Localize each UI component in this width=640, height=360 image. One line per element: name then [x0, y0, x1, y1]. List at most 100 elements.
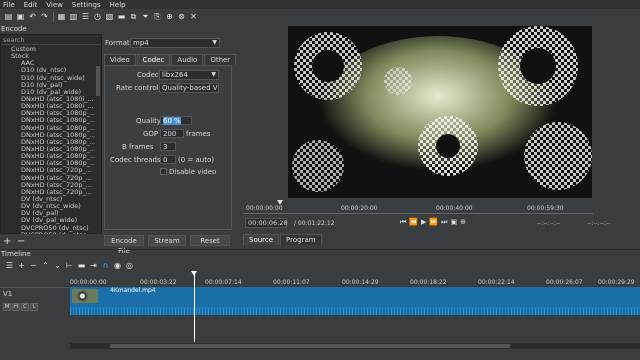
- playlist-icon[interactable]: ☰: [80, 11, 91, 22]
- main-toolbar: ▤ ▣ ↶ ↷ ▦ ▥ ☰ ◷ ▧ ▬ ⧉ ⏷ ⎘ ⊕ ⊗ ✕: [0, 9, 640, 24]
- timeline-scrollbar[interactable]: [70, 343, 640, 349]
- chevron-down-icon: ▼: [211, 71, 216, 78]
- gop-spinbox[interactable]: 200: [160, 129, 184, 138]
- menu-icon[interactable]: ☰: [4, 261, 15, 272]
- timeline-ruler-tick: 00:00:11:07: [273, 279, 310, 286]
- video-viewer[interactable]: [288, 26, 592, 198]
- timeline-ruler-tick: 00:00:07:14: [205, 279, 242, 286]
- preset-search-input[interactable]: search: [1, 36, 101, 45]
- disable-video-checkbox[interactable]: [160, 168, 167, 175]
- gop-value: 200: [163, 130, 177, 138]
- codec-value: libx264: [162, 71, 188, 79]
- split-icon[interactable]: ⊢: [64, 261, 75, 272]
- rewind-icon[interactable]: ⏪: [409, 218, 418, 227]
- filter-funnel-icon[interactable]: ⏷: [140, 11, 151, 22]
- skip-previous-icon[interactable]: ⏮: [400, 218, 406, 227]
- scrollbar-thumb[interactable]: [96, 66, 100, 96]
- clip-4kmandel[interactable]: 4Kmandel.mp4: [70, 287, 640, 315]
- toggle-zoom-icon[interactable]: ▣: [450, 218, 457, 227]
- quality-spinbox[interactable]: 60 %: [160, 116, 192, 125]
- properties-icon[interactable]: ▥: [68, 11, 79, 22]
- tab-audio[interactable]: Audio: [171, 54, 204, 65]
- in-point[interactable]: --:--:--:--: [537, 220, 560, 227]
- timeline-icon[interactable]: ▬: [116, 11, 127, 22]
- threads-spinbox[interactable]: 0: [160, 155, 176, 164]
- mute-button[interactable]: M: [3, 303, 11, 311]
- rate-control-select[interactable]: Quality-based V: [159, 83, 219, 93]
- reset-button[interactable]: Reset: [190, 235, 230, 246]
- add-preset-button[interactable]: +: [3, 236, 11, 247]
- format-value: mp4: [133, 39, 149, 47]
- timeline-ruler-tick: 00:00:22:14: [478, 279, 515, 286]
- close-icon[interactable]: ⊗: [176, 11, 187, 22]
- snap-icon[interactable]: ▬: [76, 261, 87, 272]
- preset-list[interactable]: Custom Stock AAC D10 (dv_ntsc) D10 (dv_ntsc_…: [1, 46, 95, 234]
- scrollbar-thumb[interactable]: [110, 344, 510, 348]
- timeline-playhead[interactable]: [194, 272, 195, 342]
- volume-icon[interactable]: ⊕: [460, 218, 466, 227]
- timeline-playhead-marker[interactable]: [191, 271, 197, 276]
- fast-forward-icon[interactable]: ⏩: [429, 218, 438, 227]
- tab-video[interactable]: Video: [104, 54, 136, 65]
- threads-label: Codec threads: [110, 156, 161, 164]
- open-file-icon[interactable]: ▤: [3, 11, 14, 22]
- menu-edit[interactable]: Edit: [24, 1, 38, 9]
- timeline-panel-title: Timeline: [1, 250, 31, 258]
- track-buttons: MHCL: [3, 302, 39, 311]
- codec-select[interactable]: libx264 ▼: [159, 70, 219, 80]
- undo-icon[interactable]: ↶: [27, 11, 38, 22]
- video-frame: [288, 26, 592, 198]
- preset-item[interactable]: DVCPRO50 (dv_ntsc...: [1, 231, 95, 234]
- remove-preset-button[interactable]: −: [17, 236, 25, 247]
- quality-value: 60 %: [163, 117, 181, 125]
- menu-file[interactable]: File: [3, 1, 15, 9]
- ripple-icon[interactable]: ⇥: [88, 261, 99, 272]
- timeline-ruler-tick: 00:00:26:07: [546, 279, 583, 286]
- encode-file-button[interactable]: Encode File: [104, 235, 144, 255]
- lift-icon[interactable]: ⌃: [40, 261, 51, 272]
- format-label: Format: [105, 39, 130, 47]
- tab-other[interactable]: Other: [204, 54, 237, 65]
- scrub-icon[interactable]: ◉: [112, 261, 123, 272]
- timeline-divider: [0, 249, 640, 250]
- history-icon[interactable]: ◷: [92, 11, 103, 22]
- player-ruler-tick: 00:00:20:00: [341, 205, 378, 212]
- threads-hint: (0 = auto): [178, 156, 214, 164]
- save-icon[interactable]: ▣: [15, 11, 26, 22]
- lock-button[interactable]: L: [30, 303, 38, 311]
- format-select[interactable]: mp4 ▼: [130, 38, 220, 48]
- out-point[interactable]: --:--:--:--: [587, 220, 610, 227]
- menu-view[interactable]: View: [46, 1, 63, 9]
- add-icon[interactable]: ⊕: [164, 11, 175, 22]
- preset-scrollbar[interactable]: [95, 46, 101, 234]
- fullscreen-icon[interactable]: ✕: [188, 11, 199, 22]
- tab-codec[interactable]: Codec: [136, 54, 171, 65]
- bframes-spinbox[interactable]: 3: [160, 142, 176, 151]
- overwrite-icon[interactable]: ⌄: [52, 261, 63, 272]
- keyframes-icon[interactable]: ⧉: [128, 11, 139, 22]
- quality-label: Quality: [136, 117, 162, 125]
- play-icon[interactable]: ▶: [421, 218, 426, 227]
- remove-icon[interactable]: −: [28, 261, 39, 272]
- track-header-v1[interactable]: V1 MHCL: [0, 287, 70, 314]
- hide-button[interactable]: H: [12, 303, 20, 311]
- grid-icon[interactable]: ▦: [56, 11, 67, 22]
- jobs-icon[interactable]: ⎘: [152, 11, 163, 22]
- redo-icon[interactable]: ↷: [39, 11, 50, 22]
- position-timecode[interactable]: 00:00:06:28: [245, 218, 288, 228]
- menu-settings[interactable]: Settings: [72, 1, 101, 9]
- composite-button[interactable]: C: [21, 303, 29, 311]
- filters-icon[interactable]: ▧: [104, 11, 115, 22]
- skip-next-icon[interactable]: ⏭: [441, 218, 447, 227]
- menu-help[interactable]: Help: [110, 1, 126, 9]
- stream-button[interactable]: Stream: [148, 235, 186, 246]
- preset-item[interactable]: Stock: [1, 52, 95, 60]
- encode-panel-title: Encode: [1, 25, 27, 33]
- audio-waveform: [70, 307, 640, 315]
- tab-program[interactable]: Program: [280, 234, 322, 245]
- player-playhead-marker[interactable]: [277, 200, 283, 205]
- append-icon[interactable]: +: [16, 261, 27, 272]
- tab-source[interactable]: Source: [243, 234, 280, 245]
- record-icon[interactable]: ◎: [124, 261, 135, 272]
- magnet-icon[interactable]: ∩: [100, 261, 111, 272]
